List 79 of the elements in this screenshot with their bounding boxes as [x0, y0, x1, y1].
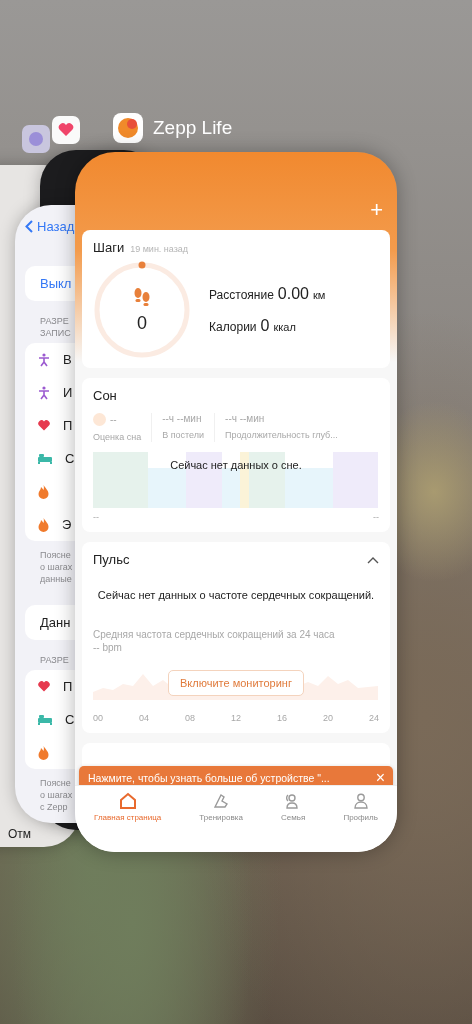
permission-label: П	[63, 679, 73, 694]
flame-icon	[38, 517, 49, 532]
calories-value: 0	[260, 317, 270, 335]
distance-value: 0.00	[277, 285, 309, 303]
distance-label: Расстояние	[209, 288, 274, 302]
stat-value: --ч --мин	[162, 413, 202, 424]
face-icon	[93, 413, 106, 426]
add-button[interactable]: +	[370, 200, 383, 220]
figure-icon	[38, 352, 50, 367]
pulse-card[interactable]: Пульс Сейчас нет данных о частоте сердечных сокращений. Средняя частота сердечных сокращений за 24 часа -- bpm Включите мониторинг 00 04 08 12 16 20 24	[82, 542, 390, 733]
messenger-app-icon[interactable]	[22, 125, 50, 153]
toast-text: Нажмите, чтобы узнать больше об устройстве "...	[88, 772, 330, 784]
permission-label: С	[65, 712, 75, 727]
steps-card[interactable]: Шаги 19 мин. назад 0 Расстояние 0.00 км Калории 0 ккал	[82, 230, 390, 368]
shoe-icon	[212, 792, 231, 810]
data-row-label[interactable]: Данн	[40, 615, 71, 630]
stat-label: Продолжительность глуб...	[225, 430, 338, 440]
close-button[interactable]: ×	[375, 770, 385, 785]
hour-label: 16	[276, 713, 287, 723]
figure-icon	[38, 385, 50, 400]
card-title: Сон	[93, 388, 118, 403]
tab-button[interactable]: Профиль	[343, 790, 378, 852]
average-value: -- bpm	[93, 642, 122, 653]
stat-value: --ч --мин	[225, 413, 265, 424]
health-app-icon[interactable]	[52, 116, 80, 144]
permission-label: И	[63, 385, 73, 400]
hour-label: 00	[93, 713, 103, 723]
note-text: Поясне о шагах с Zepp	[40, 777, 73, 813]
calories-unit: ккал	[273, 321, 296, 333]
section-header: РАЗРЕ ЗАПИС	[40, 315, 71, 339]
collapse-icon[interactable]	[367, 555, 379, 564]
tab-button[interactable]: Главная страница	[94, 790, 162, 852]
permission-label: Э	[62, 517, 72, 532]
permission-label: П	[63, 418, 73, 433]
note-text: Поясне о шагах данные	[40, 549, 73, 585]
updated-time: 19 мин. назад	[130, 244, 189, 254]
empty-message: Сейчас нет данных о частоте сердечных сокращений.	[96, 589, 376, 601]
section-header: РАЗРЕ	[40, 654, 69, 666]
permission-label: В	[63, 352, 72, 367]
hour-label: 12	[230, 713, 241, 723]
distance-unit: км	[312, 289, 326, 301]
enable-monitoring-button[interactable]: Включите мониторинг	[168, 670, 304, 696]
tab-button[interactable]: Тренировка	[199, 790, 243, 852]
home-icon	[118, 792, 137, 810]
stat-label: В постели	[162, 430, 205, 440]
average-label: Средняя частота сердечных сокращений за 24 часа	[93, 629, 335, 640]
stat-label: Оценка сна	[93, 432, 142, 442]
step-count: 0	[137, 312, 147, 334]
calories-label: Калории	[209, 320, 257, 334]
hour-label: 08	[184, 713, 195, 723]
sleep-card[interactable]: Сон -- Оценка сна --ч --мин В постели --ч --мин Продолжительность глуб... Сейчас нет данных о сне. -- --	[82, 378, 390, 532]
heart-icon	[38, 420, 50, 431]
empty-message: Сейчас нет данных о сне.	[169, 459, 303, 471]
app-name: Zepp Life	[153, 117, 233, 139]
bed-icon	[38, 453, 52, 464]
footprints-icon	[133, 286, 151, 309]
stat-value: --	[110, 414, 117, 425]
zepp-app-icon[interactable]	[113, 113, 143, 143]
sleep-stage-bar	[333, 452, 378, 508]
bed-icon	[38, 714, 52, 725]
axis-label: --	[93, 512, 99, 522]
permission-label: С	[65, 451, 75, 466]
tab-button[interactable]: Семья	[281, 790, 306, 852]
hour-label: 24	[368, 713, 379, 723]
flame-icon	[38, 484, 49, 499]
sleep-stage-bar	[285, 468, 333, 508]
hour-label: 20	[322, 713, 333, 723]
card-title: Пульс	[93, 552, 130, 567]
cancel-label: Отм	[8, 827, 32, 841]
back-icon	[25, 220, 33, 233]
back-link[interactable]: Назад	[37, 219, 75, 234]
heart-icon	[38, 681, 50, 692]
flame-icon	[38, 745, 49, 760]
profile-icon	[351, 792, 370, 810]
toggle-label[interactable]: Выкл	[40, 276, 72, 291]
device-toast[interactable]: Нажмите, чтобы узнать больше об устройстве "... ×	[79, 766, 393, 785]
hour-label: 04	[139, 713, 149, 723]
card-title: Шаги	[93, 240, 125, 255]
axis-label: --	[373, 512, 379, 522]
